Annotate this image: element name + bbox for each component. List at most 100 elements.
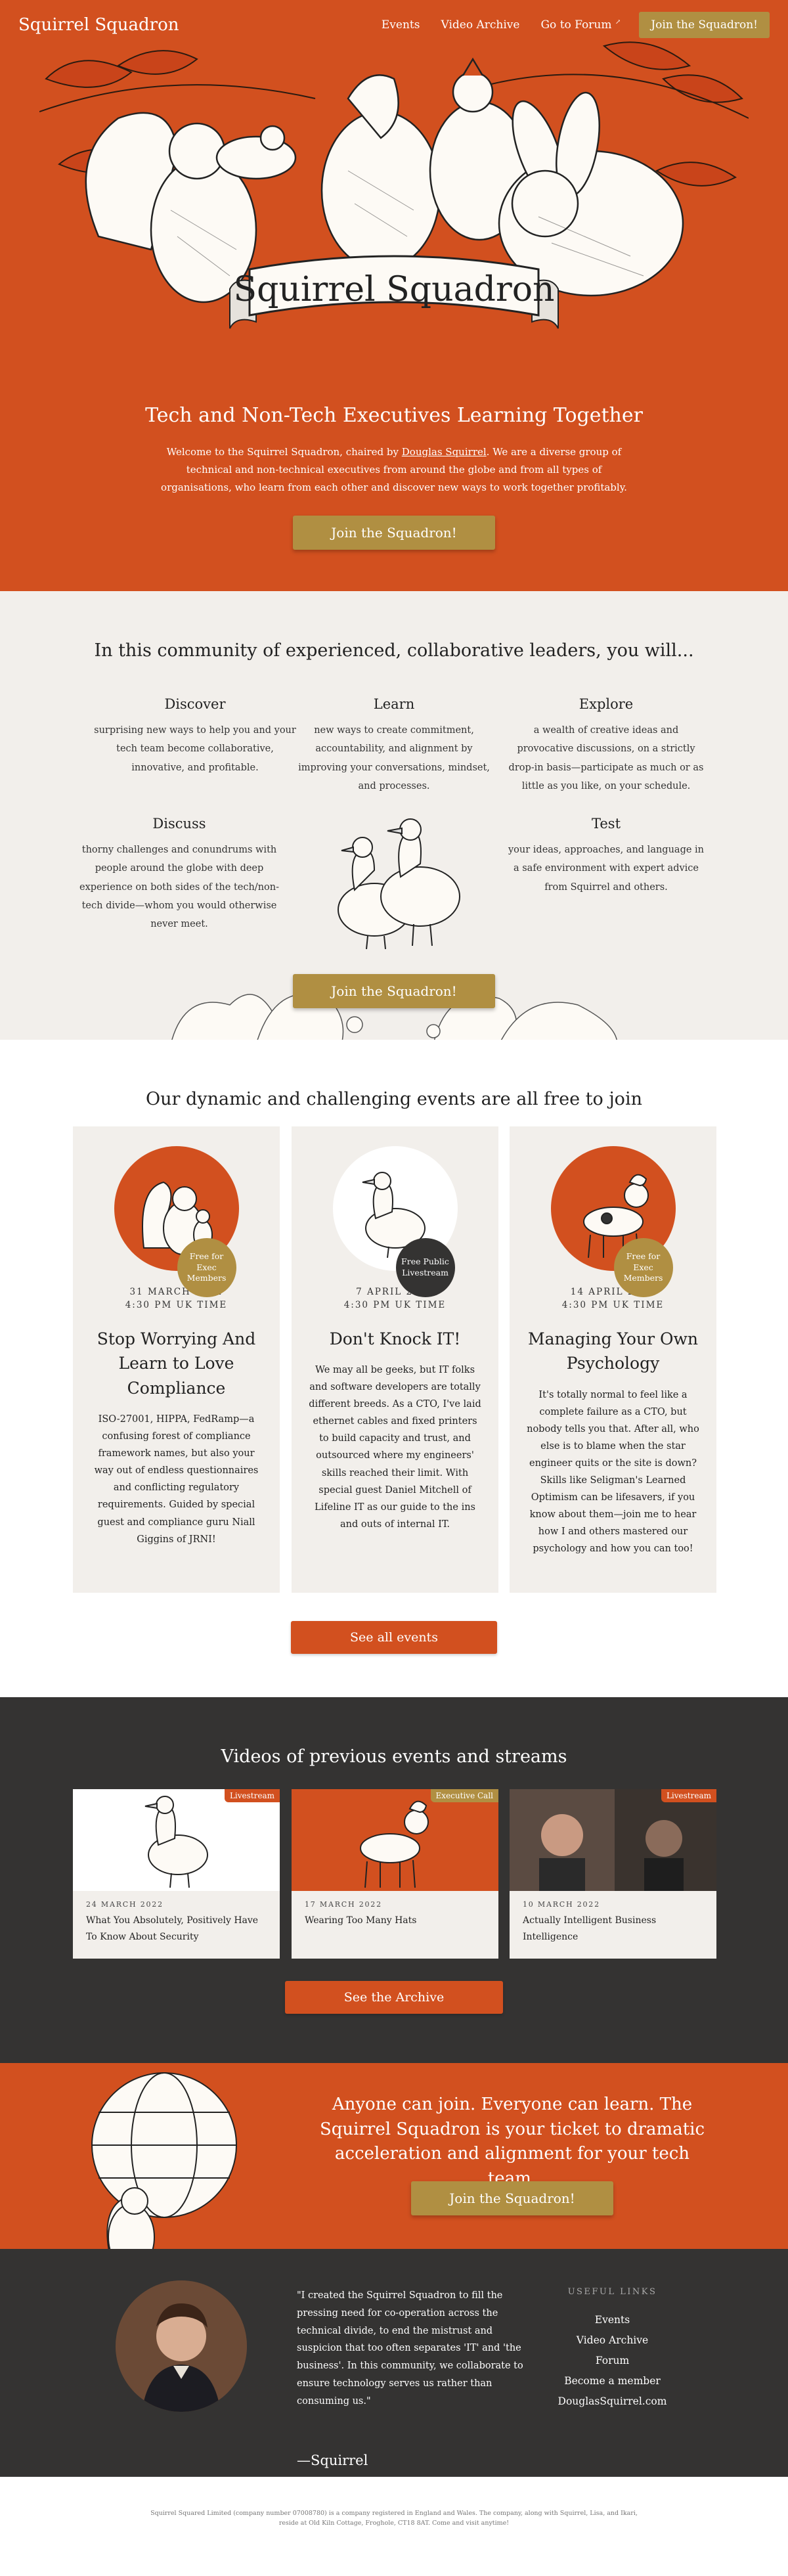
videos-heading: Videos of previous events and streams <box>221 1746 567 1767</box>
feature-text: new ways to create commitment, accountab… <box>298 725 490 791</box>
hero-intro-text-start: Welcome to the Squirrel Squadron, chaire… <box>166 446 402 458</box>
feature-title: Discover <box>164 696 226 712</box>
feature-discover: Discover surprising new ways to help you… <box>93 696 297 777</box>
event-date: 14 APRIL 2022 4:30 PM UK TIME <box>527 1285 699 1312</box>
feature-title: Learn <box>373 696 415 712</box>
event-title: Don't Knock IT! <box>329 1329 461 1348</box>
feature-title: Discuss <box>152 816 206 832</box>
hero-intro: Welcome to the Squirrel Squadron, chaire… <box>154 443 634 497</box>
squirrel-portrait-avatar <box>116 2280 247 2412</box>
community-join-button[interactable]: Join the Squadron! <box>293 974 495 1008</box>
hero-heading: Tech and Non-Tech Executives Learning To… <box>145 404 643 427</box>
feature-learn: Learn new ways to create commitment, acc… <box>292 696 496 795</box>
video-tag: Livestream <box>661 1789 716 1802</box>
event-card[interactable]: Free for Exec Members 14 APRIL 2022 4:30… <box>510 1126 716 1593</box>
event-date-day: 14 APRIL 2022 <box>570 1287 656 1297</box>
event-date-time: 4:30 PM UK TIME <box>343 1300 447 1311</box>
feature-test: Test your ideas, approaches, and languag… <box>504 816 708 897</box>
footer-link-events[interactable]: Events <box>555 2310 670 2330</box>
brand-logo[interactable]: Squirrel Squadron <box>18 15 361 35</box>
portrait-image <box>116 2280 247 2412</box>
event-date-day: 7 APRIL 2022 <box>356 1287 434 1297</box>
join-band-join-button[interactable]: Join the Squadron! <box>411 2181 613 2215</box>
useful-links: USEFUL LINKS Events Video Archive Forum … <box>555 2287 670 2412</box>
event-date-time: 4:30 PM UK TIME <box>561 1300 665 1311</box>
event-badge: Free for Exec Members <box>613 1238 673 1297</box>
community-heading: In this community of experienced, collab… <box>94 640 694 661</box>
event-description: We may all be geeks, but IT folks and so… <box>309 1365 481 1530</box>
video-thumbnail[interactable]: Livestream <box>73 1789 280 1891</box>
events-section: Our dynamic and challenging events are a… <box>0 1040 788 1697</box>
nav-link-forum[interactable]: Go to Forum ↗ <box>540 18 621 32</box>
event-title: Managing Your Own Psychology <box>528 1329 698 1373</box>
video-call-thumbnail <box>510 1789 716 1891</box>
external-link-icon: ↗ <box>615 18 621 26</box>
video-title[interactable]: Wearing Too Many Hats <box>292 1909 498 1929</box>
video-date: 24 MARCH 2022 <box>86 1900 164 1909</box>
join-band-section: Anyone can join. Everyone can learn. The… <box>0 2063 788 2249</box>
see-all-events-button[interactable]: See all events <box>291 1621 497 1654</box>
dog-thumbnail-icon <box>360 1800 429 1888</box>
video-thumbnail[interactable]: Executive Call <box>292 1789 498 1891</box>
event-image: Free for Exec Members <box>550 1146 676 1297</box>
video-card[interactable]: Livestream 10 MARCH 2022 Actually Intell… <box>510 1789 716 1959</box>
event-badge: Free Public Livestream <box>395 1238 455 1297</box>
footer-link-video-archive[interactable]: Video Archive <box>555 2330 670 2351</box>
nav-link-events[interactable]: Events <box>382 18 420 32</box>
video-title[interactable]: Actually Intelligent Business Intelligen… <box>510 1909 716 1945</box>
nav-link-forum-label: Go to Forum <box>540 18 612 32</box>
legal-section: Squirrel Squared Limited (company number… <box>0 2477 788 2549</box>
squirrel-globe-illustration <box>91 2072 237 2249</box>
footer-link-douglassquirrel[interactable]: DouglasSquirrel.com <box>555 2391 670 2412</box>
feature-title: Explore <box>579 696 634 712</box>
feature-discuss: Discuss thorny challenges and conundrums… <box>77 816 281 933</box>
douglas-squirrel-link[interactable]: Douglas Squirrel <box>402 446 487 458</box>
join-band-heading: Anyone can join. Everyone can learn. The… <box>319 2095 705 2189</box>
video-tag: Livestream <box>224 1789 280 1802</box>
video-thumbnail[interactable]: Livestream <box>510 1789 716 1891</box>
event-card[interactable]: Free Public Livestream 7 APRIL 2022 4:30… <box>292 1126 498 1593</box>
duck-thumbnail-icon <box>144 1796 208 1888</box>
footer-link-forum[interactable]: Forum <box>555 2351 670 2371</box>
video-date: 17 MARCH 2022 <box>305 1900 382 1909</box>
event-badge: Free for Exec Members <box>177 1238 236 1297</box>
nav-join-button[interactable]: Join the Squadron! <box>639 12 770 38</box>
legal-text: Squirrel Squared Limited (company number… <box>150 2510 638 2527</box>
feature-title: Test <box>591 816 621 832</box>
video-date: 10 MARCH 2022 <box>523 1900 600 1909</box>
hero-banner-title: Squirrel Squadron <box>233 270 554 309</box>
event-image: Free Public Livestream <box>332 1146 458 1297</box>
video-tag: Executive Call <box>430 1789 498 1802</box>
hero-banner-scroll: Squirrel Squadron <box>229 255 559 329</box>
event-date: 31 MARCH 2022 4:30 PM UK TIME <box>90 1285 263 1312</box>
feature-text: your ideas, approaches, and language in … <box>508 845 705 893</box>
event-date-time: 4:30 PM UK TIME <box>125 1300 228 1311</box>
event-date: 7 APRIL 2022 4:30 PM UK TIME <box>309 1285 481 1312</box>
ducks-illustration <box>338 818 460 950</box>
footer-quote: "I created the Squirrel Squadron to fill… <box>297 2290 523 2407</box>
feature-explore: Explore a wealth of creative ideas and p… <box>504 696 708 795</box>
feature-text: surprising new ways to help you and your… <box>94 725 296 773</box>
event-card[interactable]: Free for Exec Members 31 MARCH 2022 4:30… <box>73 1126 280 1593</box>
event-image: Free for Exec Members <box>114 1146 239 1297</box>
event-date-day: 31 MARCH 2022 <box>129 1287 223 1297</box>
footer: "I created the Squirrel Squadron to fill… <box>0 2249 788 2477</box>
event-description: ISO-27001, HIPPA, FedRamp—a confusing fo… <box>94 1414 259 1545</box>
top-nav: Squirrel Squadron Events Video Archive G… <box>0 0 788 50</box>
see-archive-button[interactable]: See the Archive <box>284 1981 504 2014</box>
useful-links-heading: USEFUL LINKS <box>567 2287 657 2297</box>
hero-join-button[interactable]: Join the Squadron! <box>293 516 495 550</box>
feature-text: thorny challenges and conundrums with pe… <box>79 845 279 930</box>
nav-link-video-archive[interactable]: Video Archive <box>441 18 519 32</box>
videos-section: Videos of previous events and streams Li… <box>0 1697 788 2063</box>
hero-section: Squirrel Squadron Events Video Archive G… <box>0 0 788 591</box>
event-title: Stop Worrying And Learn to Love Complian… <box>97 1329 256 1398</box>
video-card[interactable]: Executive Call 17 MARCH 2022 Wearing Too… <box>292 1789 498 1959</box>
video-card[interactable]: Livestream 24 MARCH 2022 What You Absolu… <box>73 1789 280 1959</box>
community-section: In this community of experienced, collab… <box>0 591 788 1040</box>
footer-signature: —Squirrel <box>297 2453 368 2468</box>
video-title[interactable]: What You Absolutely, Positively Have To … <box>73 1909 280 1945</box>
events-heading: Our dynamic and challenging events are a… <box>146 1089 642 1109</box>
footer-link-become-member[interactable]: Become a member <box>555 2371 670 2391</box>
event-description: It's totally normal to feel like a compl… <box>527 1389 699 1555</box>
